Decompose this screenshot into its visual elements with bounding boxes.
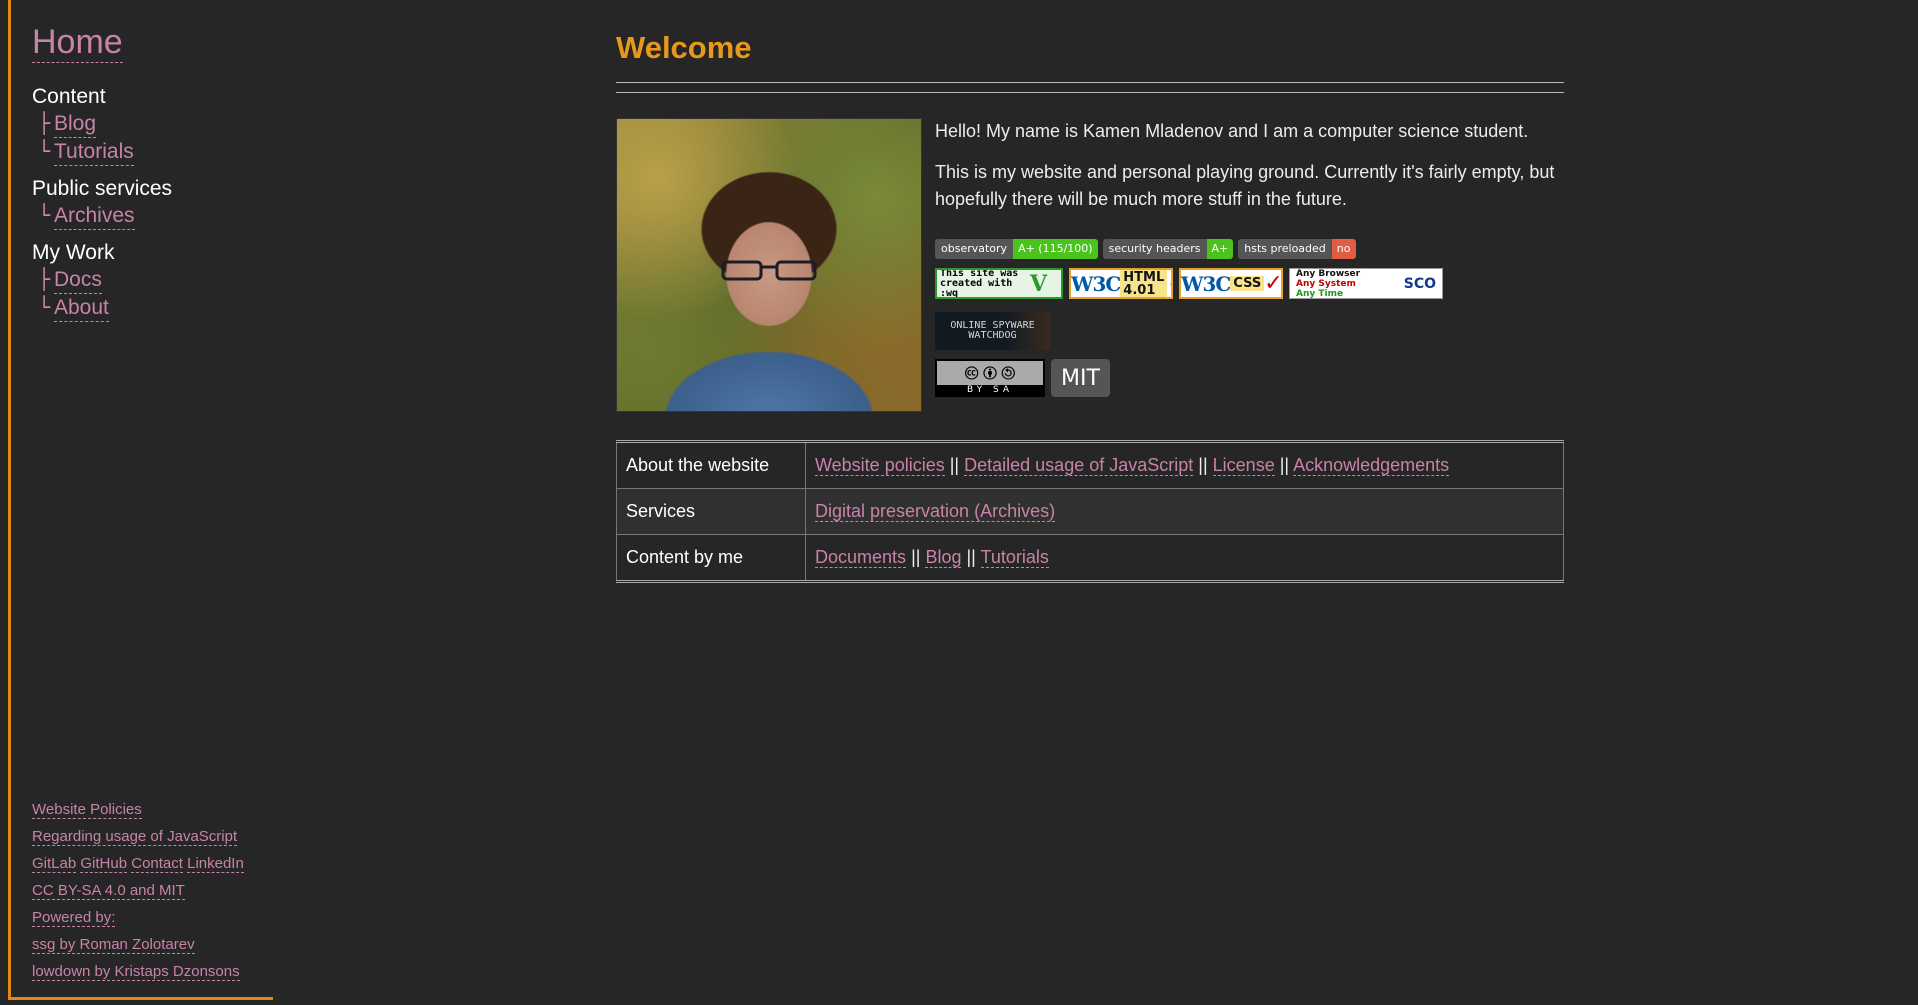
vim-created-button[interactable]: This site was created with :wq V (935, 268, 1063, 299)
w3c-css-button[interactable]: W3C CSS ✓ (1179, 268, 1283, 299)
nav-item-about: └ About (32, 294, 172, 322)
tree-branch-icon: ├ (38, 267, 51, 291)
checkmark-icon: ✓ (1167, 272, 1171, 294)
title-divider-top (616, 82, 1564, 83)
license-buttons: 🅭 🅯 🄎 BY SA MIT (935, 359, 1110, 397)
tree-end-icon: └ (38, 203, 51, 227)
sidebar-footer: Website Policies Regarding usage of Java… (32, 796, 244, 985)
intro-description: This is my website and personal playing … (935, 162, 1555, 209)
footer-link-github[interactable]: GitHub (80, 855, 128, 873)
mit-license-button[interactable]: MIT (1051, 359, 1110, 397)
footer-link-javascript[interactable]: Regarding usage of JavaScript (32, 828, 238, 846)
nav-heading-public-services: Public services (32, 177, 173, 200)
link-javascript-usage[interactable]: Detailed usage of JavaScript (964, 455, 1194, 476)
link-digital-preservation[interactable]: Digital preservation (Archives) (815, 501, 1056, 522)
footer-link-policies[interactable]: Website Policies (32, 801, 142, 819)
nav-heading-my-work: My Work (32, 241, 115, 264)
footer-link-license[interactable]: CC BY-SA 4.0 and MIT (32, 882, 185, 900)
row-links-content: Documents || Blog || Tutorials (805, 534, 1564, 582)
table-row: About the website Website policies || De… (616, 441, 1564, 489)
tree-end-icon: └ (38, 295, 51, 319)
row-label-services: Services (616, 488, 806, 535)
row-label-content: Content by me (616, 534, 806, 582)
sco-logo-icon: SCO (1403, 275, 1436, 292)
css-valid-label: CSS (1230, 276, 1265, 291)
html-valid-label: HTML 4.01 (1120, 270, 1168, 297)
cc-by-sa-button[interactable]: 🅭 🅯 🄎 BY SA (935, 359, 1045, 397)
nav-group-public-services: Public services └ Archives (32, 176, 172, 230)
page-title: Welcome (616, 30, 752, 65)
table-row: Services Digital preservation (Archives) (616, 488, 1564, 535)
nav-heading-content: Content (32, 85, 106, 108)
nav-link-blog[interactable]: Blog (54, 111, 97, 138)
footer-link-contact[interactable]: Contact (131, 855, 183, 873)
security-badges: observatory A+ (115/100) security header… (935, 239, 1356, 259)
security-headers-badge[interactable]: security headers A+ (1102, 239, 1234, 259)
observatory-badge[interactable]: observatory A+ (115/100) (935, 239, 1098, 259)
tree-end-icon: └ (38, 139, 51, 163)
nav-group-my-work: My Work ├ Docs └ About (32, 240, 172, 322)
tree-branch-icon: ├ (38, 111, 51, 135)
w3c-html-button[interactable]: W3C HTML 4.01 ✓ (1069, 268, 1173, 299)
nav-item-docs: ├ Docs (32, 266, 172, 294)
row-links-services: Digital preservation (Archives) (805, 488, 1564, 535)
link-acknowledgements[interactable]: Acknowledgements (1293, 455, 1450, 476)
nav-link-tutorials[interactable]: Tutorials (54, 139, 134, 166)
link-license[interactable]: License (1212, 455, 1275, 476)
w3c-logo-icon: W3C (1181, 271, 1231, 296)
vim-logo-icon: V (1030, 270, 1048, 297)
row-links-about: Website policies || Detailed usage of Ja… (805, 441, 1564, 489)
any-browser-lines: Any Browser Any System Any Time (1296, 268, 1361, 299)
share-alike-icon: 🄎 (1002, 360, 1015, 385)
footer-link-linkedin[interactable]: LinkedIn (187, 855, 244, 873)
link-website-policies[interactable]: Website policies (815, 455, 945, 476)
sidebar: Home Content ├ Blog └ Tutorials Public ser… (8, 0, 273, 1000)
footer-link-ssg[interactable]: ssg by Roman Zolotarev (32, 936, 195, 954)
intro-greeting: Hello! My name is Kamen Mladenov and I a… (935, 121, 1529, 141)
footer-link-gitlab[interactable]: GitLab (32, 855, 77, 873)
any-browser-button[interactable]: Any Browser Any System Any Time SCO (1289, 268, 1443, 299)
link-blog[interactable]: Blog (925, 547, 962, 568)
title-divider-bottom (616, 92, 1564, 93)
row-label-about: About the website (616, 441, 806, 489)
nav-link-archives[interactable]: Archives (54, 203, 135, 230)
cc-icon: 🅭 (965, 360, 978, 385)
hsts-preloaded-badge[interactable]: hsts preloaded no (1238, 239, 1356, 259)
link-documents[interactable]: Documents (815, 547, 907, 568)
profile-photo (616, 118, 922, 412)
vim-button-text: This site was created with :wq (940, 268, 1019, 299)
sidebar-nav: Content ├ Blog └ Tutorials Public services… (32, 84, 172, 332)
button-row-2: ONLINE SPYWARE WATCHDOG (935, 312, 1050, 350)
nav-link-docs[interactable]: Docs (54, 267, 102, 294)
attribution-icon: 🅯 (983, 360, 997, 385)
nav-group-content: Content ├ Blog └ Tutorials (32, 84, 172, 166)
link-tutorials[interactable]: Tutorials (980, 547, 1049, 568)
glasses-icon (721, 260, 817, 281)
spyware-watchdog-button[interactable]: ONLINE SPYWARE WATCHDOG (935, 312, 1050, 350)
checkmark-icon: ✓ (1264, 270, 1283, 296)
table-row: Content by me Documents || Blog || Tutor… (616, 534, 1564, 582)
nav-item-blog: ├ Blog (32, 110, 172, 138)
nav-item-tutorials: └ Tutorials (32, 138, 172, 166)
intro-text: Hello! My name is Kamen Mladenov and I a… (935, 118, 1565, 227)
footer-link-lowdown[interactable]: lowdown by Kristaps Dzonsons (32, 963, 240, 981)
home-link[interactable]: Home (32, 22, 123, 63)
nav-link-about[interactable]: About (54, 295, 109, 322)
footer-link-powered-by[interactable]: Powered by: (32, 909, 116, 927)
button-row-1: This site was created with :wq V W3C HTM… (935, 268, 1443, 299)
cc-license-label: BY SA (937, 384, 1043, 395)
nav-item-archives: └ Archives (32, 202, 172, 230)
site-info-table: About the website Website policies || De… (616, 440, 1564, 583)
w3c-logo-icon: W3C (1071, 271, 1121, 296)
